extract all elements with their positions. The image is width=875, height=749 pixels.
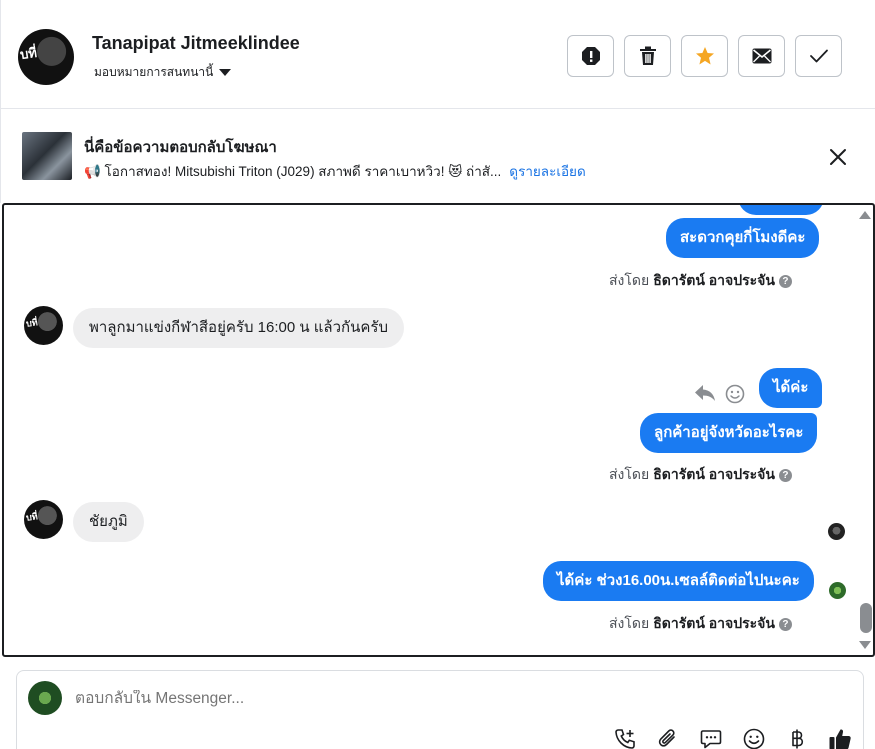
reply-icon[interactable] (694, 383, 716, 403)
reply-composer (16, 670, 864, 749)
contact-avatar-small: บที่ (24, 500, 63, 539)
ad-banner-title: นี่คือข้อความตอบกลับโฆษณา (84, 139, 277, 156)
ad-description-text: 📢 โอกาสทอง! Mitsubishi Triton (J029) สภา… (84, 164, 502, 179)
contact-avatar[interactable]: บที่ (18, 29, 74, 85)
envelope-icon (752, 48, 771, 64)
help-icon[interactable]: ? (778, 274, 792, 288)
alert-octagon-icon (581, 47, 600, 65)
add-call-button[interactable] (613, 727, 637, 749)
header-actions (567, 35, 842, 77)
chevron-down-icon (219, 69, 232, 76)
delete-button[interactable] (624, 35, 671, 77)
message-bubble-outgoing[interactable]: ได้ค่ะ (759, 368, 823, 408)
ad-reply-banner: นี่คือข้อความตอบกลับโฆษณา 📢 โอกาสทอง! Mi… (0, 109, 875, 203)
read-receipt-avatar (828, 523, 845, 540)
attach-button[interactable] (656, 727, 680, 749)
message-input[interactable] (75, 690, 675, 708)
thumbs-up-icon (829, 729, 851, 749)
conversation-header: บที่ Tanapipat Jitmeeklindee มอบหมายการส… (0, 0, 875, 109)
contact-avatar-small: บที่ (24, 306, 63, 345)
sent-by-label: ส่งโดย ธิดารัตน์ อาจประจัน ? (609, 613, 792, 635)
payment-button[interactable] (785, 727, 809, 749)
sent-by-prefix: ส่งโดย (609, 272, 650, 288)
assign-label: มอบหมายการสนทนานี้ (94, 65, 214, 79)
page-avatar (28, 681, 62, 715)
contact-name: Tanapipat Jitmeeklindee (92, 33, 300, 53)
help-icon[interactable]: ? (778, 617, 792, 631)
star-button[interactable] (681, 35, 728, 77)
message-bubble-incoming[interactable]: ชัยภูมิ (73, 502, 144, 542)
trash-icon (639, 46, 656, 65)
paperclip-icon (658, 729, 675, 747)
help-icon[interactable]: ? (778, 468, 792, 482)
message-bubble-partial (738, 205, 824, 215)
sent-by-label: ส่งโดย ธิดารัตน์ อาจประจัน ? (609, 464, 792, 486)
message-thread[interactable]: สะดวกคุยกี่โมงดีคะ ส่งโดย ธิดารัตน์ อาจป… (2, 203, 875, 657)
smiley-icon (743, 728, 765, 749)
chat-bubble-icon (700, 730, 722, 749)
sender-name: ธิดารัตน์ อาจประจัน (653, 466, 775, 482)
sent-by-label: ส่งโดย ธิดารัตน์ อาจประจัน ? (609, 270, 792, 292)
close-icon[interactable] (827, 146, 849, 168)
sender-name: ธิดารัตน์ อาจประจัน (653, 615, 775, 631)
scroll-up-arrow[interactable] (859, 211, 871, 219)
composer-toolbar (613, 727, 852, 749)
emoji-button[interactable] (742, 727, 766, 749)
star-icon (695, 47, 714, 65)
ad-details-link[interactable]: ดูรายละเอียด (509, 164, 585, 179)
assign-conversation-dropdown[interactable]: มอบหมายการสนทนานี้ (94, 63, 232, 82)
mark-unread-button[interactable] (738, 35, 785, 77)
baht-icon (792, 729, 804, 749)
mark-done-button[interactable] (795, 35, 842, 77)
avatar-overlay-text: บที่ (19, 45, 38, 64)
sender-name: ธิดารัตน์ อาจประจัน (653, 272, 775, 288)
scrollbar-thumb[interactable] (860, 603, 872, 633)
avatar-overlay-text: บที่ (25, 512, 39, 524)
message-bubble-outgoing[interactable]: ลูกค้าอยู่จังหวัดอะไรคะ (640, 413, 818, 453)
message-bubble-outgoing[interactable]: สะดวกคุยกี่โมงดีคะ (666, 218, 820, 258)
avatar-overlay-text: บที่ (25, 318, 39, 330)
sent-by-prefix: ส่งโดย (609, 466, 650, 482)
sent-by-prefix: ส่งโดย (609, 615, 650, 631)
like-button[interactable] (828, 727, 852, 749)
saved-replies-button[interactable] (699, 727, 723, 749)
react-emoji-icon[interactable] (725, 384, 745, 404)
mark-spam-button[interactable] (567, 35, 614, 77)
checkmark-icon (809, 49, 828, 63)
scroll-down-arrow[interactable] (859, 641, 871, 649)
ad-thumbnail[interactable] (22, 132, 72, 180)
message-bubble-outgoing[interactable]: ได้ค่ะ ช่วง16.00น.เซลล์ติดต่อไปนะคะ (543, 561, 814, 601)
ad-description: 📢 โอกาสทอง! Mitsubishi Triton (J029) สภา… (84, 160, 586, 182)
page-read-receipt-avatar (829, 582, 846, 599)
message-bubble-incoming[interactable]: พาลูกมาแข่งกีฬาสีอยู่ครับ 16:00 น แล้วกั… (73, 308, 404, 348)
phone-plus-icon (615, 729, 635, 749)
